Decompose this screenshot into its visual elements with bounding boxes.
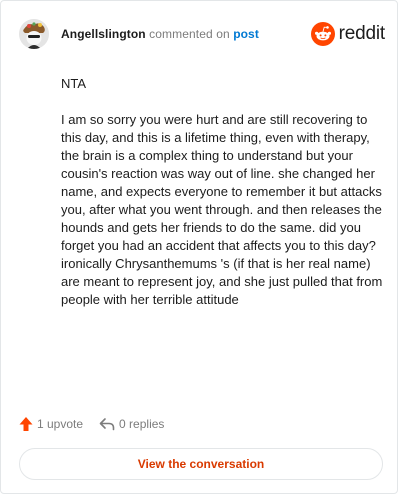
comment-paragraph: I am so sorry you were hurt and are stil… <box>61 112 383 307</box>
comment-byline: Angellslington commented on post <box>61 27 259 41</box>
comment-card: Angellslington commented on post reddit … <box>0 0 398 494</box>
action-text: commented on <box>149 27 230 41</box>
view-conversation-button[interactable]: View the conversation <box>19 448 383 480</box>
comment-body: NTA I am so sorry you were hurt and are … <box>61 75 391 309</box>
comment-paragraph: NTA <box>61 76 87 91</box>
reddit-logo-icon <box>310 22 335 46</box>
username-link[interactable]: Angellslington <box>61 27 146 41</box>
upvote-count: 1 upvote <box>37 417 84 431</box>
comment-header: Angellslington commented on post reddit <box>19 19 385 49</box>
brand-wordmark: reddit <box>338 23 386 44</box>
avatar-icon <box>19 19 49 49</box>
replies-button[interactable]: 0 replies <box>99 417 164 431</box>
replies-count: 0 replies <box>119 417 165 431</box>
upvote-button[interactable]: 1 upvote <box>19 416 83 432</box>
upvote-arrow-icon <box>19 417 33 431</box>
post-link[interactable]: post <box>233 27 259 41</box>
reddit-brand[interactable]: reddit <box>310 19 386 49</box>
reply-arrow-icon <box>99 418 115 431</box>
comment-actions: 1 upvote 0 replies <box>19 414 180 434</box>
user-avatar[interactable] <box>19 19 49 49</box>
